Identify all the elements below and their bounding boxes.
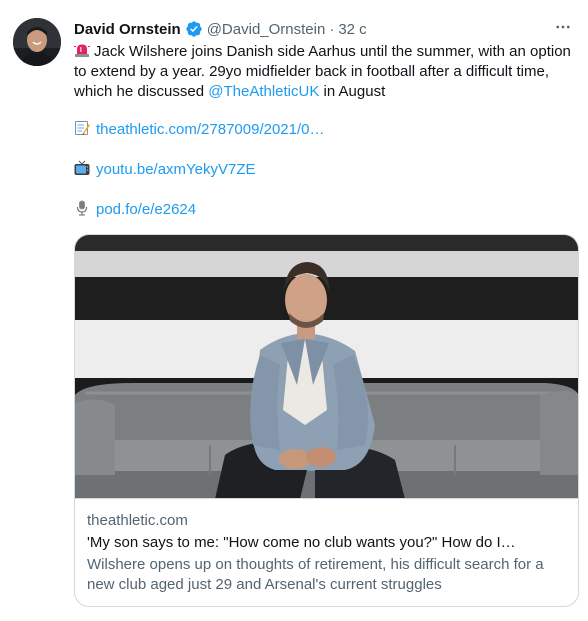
- card-description: Wilshere opens up on thoughts of retirem…: [87, 556, 544, 593]
- television-icon: [74, 160, 90, 176]
- podcast-link-text[interactable]: pod.fo/e/e2624: [96, 201, 196, 218]
- card-meta: theathletic.com 'My son says to me: "How…: [87, 511, 567, 595]
- author-handle[interactable]: @David_Ornstein: [207, 21, 326, 38]
- memo-icon: [74, 120, 90, 136]
- article-link[interactable]: theathletic.com/2787009/2021/0…: [74, 120, 325, 140]
- more-horizontal-icon[interactable]: [552, 16, 574, 38]
- tweet-timestamp[interactable]: 32 с: [338, 21, 366, 38]
- youtube-link[interactable]: youtu.be/axmYekyV7ZE: [74, 160, 256, 180]
- tweet-text-tail: in August: [319, 83, 386, 100]
- tweet-header: David Ornstein @David_Ornstein · 32 с: [74, 19, 367, 39]
- tweet-text: Jack Wilshere joins Danish side Aarhus u…: [74, 42, 582, 102]
- verified-badge-icon: [185, 20, 203, 38]
- mention-link[interactable]: @TheAthleticUK: [208, 83, 319, 100]
- youtube-link-text[interactable]: youtu.be/axmYekyV7ZE: [96, 161, 256, 178]
- rotating-light-icon: [74, 42, 90, 58]
- link-preview-card[interactable]: theathletic.com 'My son says to me: "How…: [74, 234, 579, 607]
- separator-dot: ·: [329, 20, 335, 38]
- podcast-link[interactable]: pod.fo/e/e2624: [74, 200, 196, 220]
- card-title: 'My son says to me: "How come no club wa…: [87, 534, 516, 551]
- avatar[interactable]: [13, 18, 61, 66]
- tweet[interactable]: David Ornstein @David_Ornstein · 32 с Ja…: [0, 0, 588, 621]
- card-domain: theathletic.com: [87, 512, 188, 529]
- author-name[interactable]: David Ornstein: [74, 21, 181, 38]
- card-image[interactable]: [75, 235, 578, 499]
- article-link-text[interactable]: theathletic.com/2787009/2021/0…: [96, 121, 325, 138]
- microphone-icon: [74, 200, 90, 216]
